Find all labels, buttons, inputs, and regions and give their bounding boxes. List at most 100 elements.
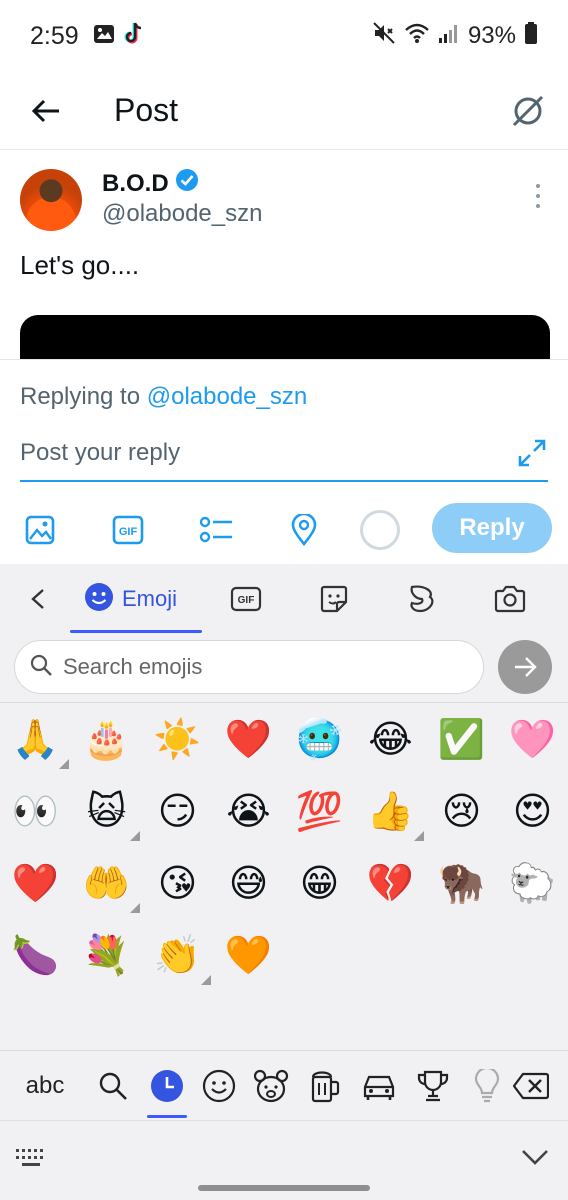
skin-tone-variant-indicator — [130, 831, 140, 841]
emoji-key[interactable]: ❤️ — [213, 703, 284, 775]
skin-tone-variant-indicator — [59, 759, 69, 769]
keyboard-icon[interactable] — [14, 1147, 50, 1171]
emoji-key[interactable]: 🐑 — [497, 847, 568, 919]
tab-emoji-label: Emoji — [122, 586, 178, 611]
emoji-key[interactable]: ✅ — [426, 703, 497, 775]
backspace-icon[interactable] — [510, 1065, 552, 1107]
status-time: 2:59 — [30, 21, 79, 50]
skin-tone-variant-indicator — [130, 903, 140, 913]
gallery-icon — [93, 22, 115, 50]
battery-icon — [524, 21, 538, 51]
keyboard-nav-bar — [0, 1120, 568, 1200]
emoji-key[interactable]: 💐 — [71, 919, 142, 991]
author-handle[interactable]: @olabode_szn — [102, 200, 262, 228]
tab-emoji[interactable]: Emoji — [84, 581, 194, 617]
emoji-key[interactable]: 💔 — [355, 847, 426, 919]
replying-to-mention[interactable]: @olabode_szn — [147, 383, 307, 410]
tiktok-icon — [123, 21, 145, 51]
more-options-icon[interactable] — [530, 184, 546, 208]
author-name: B.O.D — [102, 169, 169, 197]
emoji-key[interactable]: 🥶 — [284, 703, 355, 775]
emoji-key[interactable]: 😢 — [426, 775, 497, 847]
smiley-icon — [84, 582, 114, 616]
unlink-icon[interactable] — [508, 91, 548, 131]
emoji-key[interactable]: 💯 — [284, 775, 355, 847]
emoji-keyboard: Emoji GIF 🙏🎂☀️❤️🥶😂✅🩷👀🙀😏😭💯👍😢😍❤️🤲😘😅😁💔🦬🐑🍆💐👏… — [0, 564, 568, 1200]
arrow-right-icon[interactable] — [498, 640, 552, 694]
wifi-icon — [404, 22, 430, 50]
smileys-category-icon[interactable] — [198, 1065, 240, 1107]
emoji-key[interactable]: 🙀 — [71, 775, 142, 847]
lightbulb-category-icon[interactable] — [466, 1065, 508, 1107]
emoji-key[interactable]: ☀️ — [142, 703, 213, 775]
emoji-key[interactable]: 😁 — [284, 847, 355, 919]
category-indicator — [147, 1115, 187, 1118]
svg-text:GIF: GIF — [238, 595, 255, 606]
svg-text:GIF: GIF — [119, 526, 138, 538]
emoji-key[interactable]: 😘 — [142, 847, 213, 919]
post-text: Let's go.... — [20, 250, 140, 280]
expand-icon[interactable] — [516, 437, 548, 469]
mute-icon — [372, 21, 396, 51]
emoji-grid: 🙏 🎂 ☀️ ❤️ 🥶 😂 ✅ 🩷 👀 🙀 😏 😭 💯 👍 😢 😍 ❤️ 🤲 😘 😅 😁 💔 🦬 🐑 🍆 💐 👏 🧡 — [0, 703, 568, 1049]
signal-icon — [438, 22, 460, 50]
emoji-key[interactable]: 👀 — [0, 775, 71, 847]
status-bar: 2:59 93% — [0, 0, 568, 72]
sticker-icon[interactable] — [316, 581, 352, 617]
top-app-bar: Post — [0, 72, 568, 150]
reply-input[interactable] — [20, 439, 490, 467]
emoji-key[interactable]: ❤️ — [0, 847, 71, 919]
animals-category-icon[interactable] — [250, 1065, 292, 1107]
emoji-key[interactable]: 😏 — [142, 775, 213, 847]
replying-to-line: Replying to @olabode_szn — [20, 383, 307, 411]
battery-percent: 93% — [467, 22, 516, 49]
emoji-key[interactable]: 🦬 — [426, 847, 497, 919]
emoji-key[interactable]: 🙏 — [0, 703, 71, 775]
gesture-handle[interactable] — [198, 1185, 370, 1191]
author-name-row[interactable]: B.O.D — [102, 168, 199, 199]
reply-button[interactable]: Reply — [432, 503, 552, 553]
recent-clock-icon[interactable] — [146, 1065, 188, 1107]
tab-gif[interactable]: GIF — [228, 581, 264, 617]
location-icon[interactable] — [284, 510, 324, 550]
chevron-down-icon[interactable] — [520, 1147, 550, 1171]
image-icon[interactable] — [20, 510, 60, 550]
replying-to-prefix: Replying to — [20, 383, 141, 410]
skin-tone-variant-indicator — [201, 975, 211, 985]
gif-icon[interactable]: GIF — [108, 510, 148, 550]
avatar[interactable] — [20, 169, 82, 231]
travel-category-icon[interactable] — [358, 1065, 400, 1107]
page-title: Post — [114, 92, 179, 128]
emoji-key[interactable]: 🧡 — [213, 919, 284, 991]
keyboard-tabs: Emoji GIF — [0, 564, 568, 634]
back-arrow-icon[interactable] — [28, 93, 64, 129]
emoji-key[interactable]: 😍 — [497, 775, 568, 847]
skin-tone-variant-indicator — [414, 831, 424, 841]
post-media[interactable] — [20, 315, 550, 359]
food-category-icon[interactable] — [304, 1065, 346, 1107]
camera-icon[interactable] — [492, 581, 528, 617]
reply-input-container — [20, 426, 548, 482]
search-category-icon[interactable] — [92, 1065, 134, 1107]
emoji-key[interactable]: 🩷 — [497, 703, 568, 775]
character-count-ring — [360, 510, 400, 550]
emoji-key[interactable]: 👍 — [355, 775, 426, 847]
bitmoji-icon[interactable] — [404, 581, 440, 617]
poll-icon[interactable] — [196, 510, 236, 550]
emoji-search-input[interactable] — [63, 654, 443, 680]
abc-key[interactable]: abc — [20, 1065, 70, 1107]
emoji-category-bar: abc — [0, 1050, 568, 1120]
trophy-category-icon[interactable] — [412, 1065, 454, 1107]
verified-badge-icon — [175, 168, 199, 199]
emoji-key[interactable]: 👏 — [142, 919, 213, 991]
search-icon — [29, 653, 53, 681]
emoji-key[interactable]: 😅 — [213, 847, 284, 919]
chevron-left-icon[interactable] — [24, 581, 52, 617]
emoji-key[interactable]: 🍆 — [0, 919, 71, 991]
parent-post: B.O.D @olabode_szn Let's go.... — [0, 150, 568, 360]
emoji-key[interactable]: 😂 — [355, 703, 426, 775]
tab-emoji-indicator — [70, 630, 202, 633]
emoji-key[interactable]: 😭 — [213, 775, 284, 847]
emoji-key[interactable]: 🎂 — [71, 703, 142, 775]
emoji-key[interactable]: 🤲 — [71, 847, 142, 919]
